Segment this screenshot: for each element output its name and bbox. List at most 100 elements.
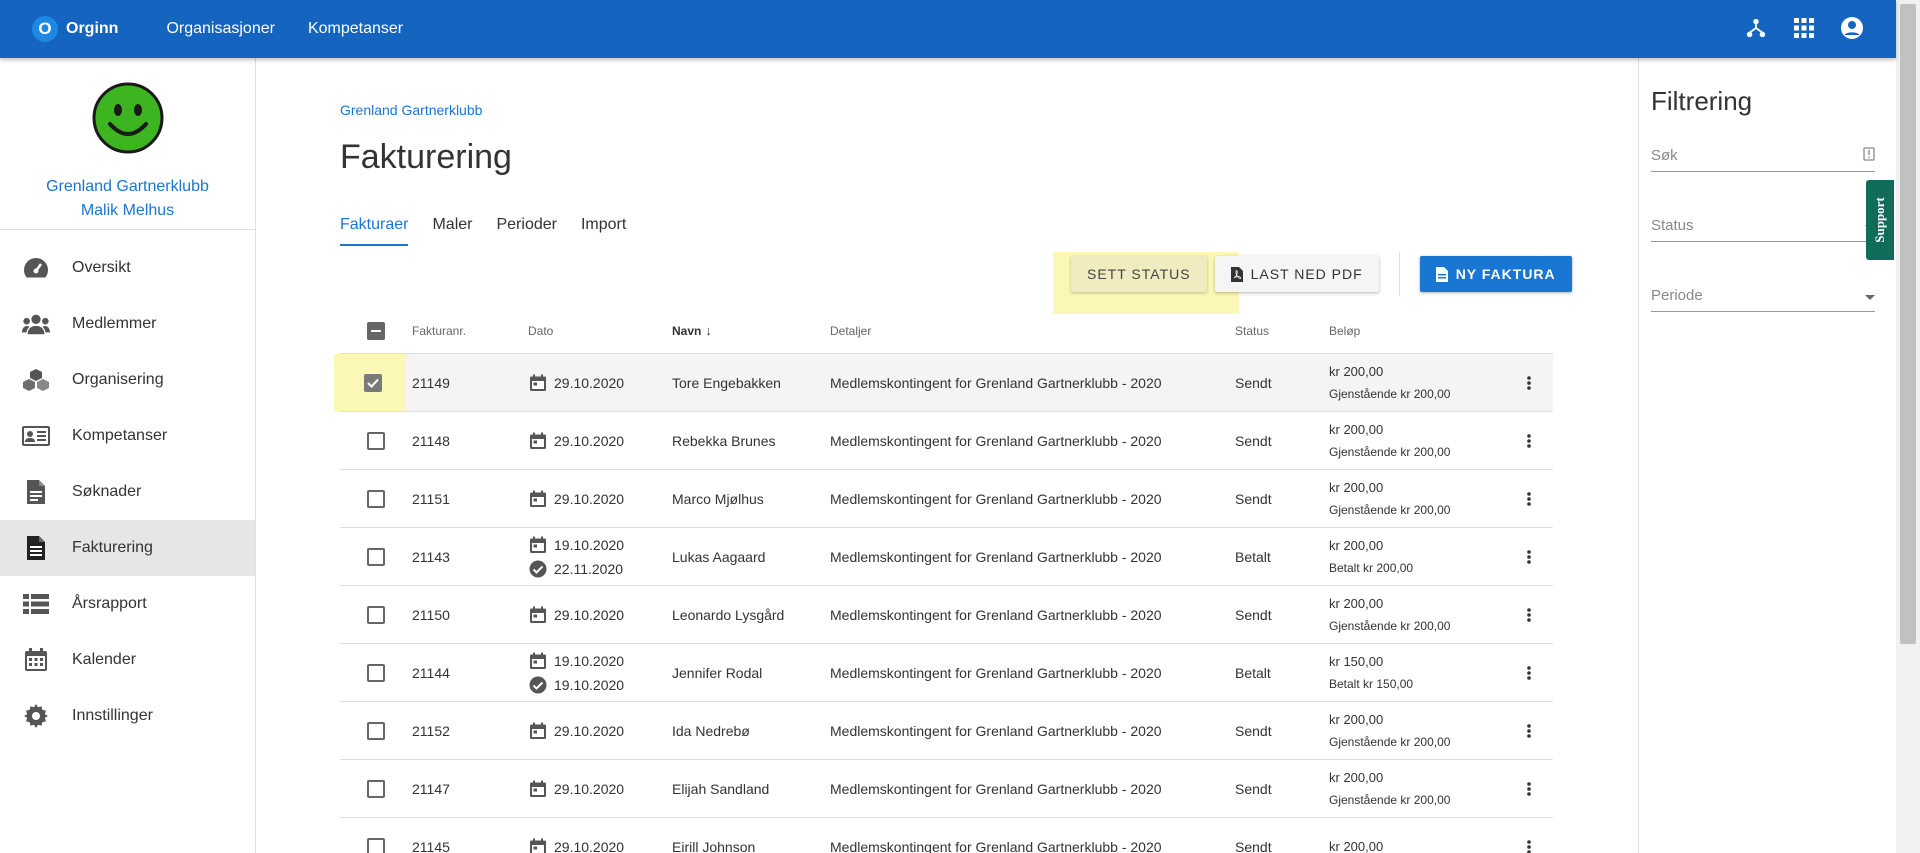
more-vert-icon[interactable] xyxy=(1509,549,1549,564)
member-name: Jennifer Rodal xyxy=(672,664,763,681)
gear-icon xyxy=(22,702,50,730)
sidebar-item-oversikt[interactable]: Oversikt xyxy=(0,240,255,296)
sidebar-item-organisering[interactable]: Organisering xyxy=(0,352,255,408)
row-checkbox[interactable] xyxy=(367,721,385,740)
org-name[interactable]: Grenland Gartnerklubb xyxy=(46,178,209,196)
table-row[interactable]: 21143 19.10.2020 22.11.2020 Lukas Aagaard Me… xyxy=(340,528,1553,586)
calendar-icon xyxy=(528,779,548,799)
hierarchy-icon[interactable] xyxy=(1742,14,1770,42)
calendar-icon xyxy=(528,721,548,741)
more-vert-icon[interactable] xyxy=(1509,839,1549,853)
amount-remaining: Gjenstående kr 200,00 xyxy=(1329,387,1451,401)
table-row[interactable]: 21147 29.10.2020 Elijah Sandland Medlemskon… xyxy=(340,760,1553,818)
more-vert-icon[interactable] xyxy=(1509,665,1549,680)
topnav-kompetanser[interactable]: Kompetanser xyxy=(308,20,403,38)
table-row[interactable]: 21144 19.10.2020 19.10.2020 Jennifer Rodal M… xyxy=(340,644,1553,702)
brand-logo[interactable]: O Orginn xyxy=(32,16,118,42)
calendar-icon xyxy=(528,605,548,625)
row-checkbox[interactable] xyxy=(367,779,385,798)
table-row[interactable]: 21152 29.10.2020 Ida Nedrebø Medlemskonting… xyxy=(340,702,1553,760)
paid-date: 19.10.2020 xyxy=(554,676,625,693)
check-circle-icon xyxy=(528,559,548,579)
invoice-date: 29.10.2020 xyxy=(554,780,625,797)
sidebar-item-label: Innstillinger xyxy=(72,707,153,724)
sidebar-item-fakturering[interactable]: Fakturering xyxy=(0,520,255,576)
topnav-organisasjoner[interactable]: Organisasjoner xyxy=(166,20,275,38)
row-checkbox[interactable] xyxy=(367,605,385,624)
sidebar-item-label: Organisering xyxy=(72,371,164,388)
new-invoice-button[interactable]: NY FAKTURA xyxy=(1419,256,1572,292)
status-select[interactable]: Status xyxy=(1651,210,1875,242)
search-input[interactable]: Søk xyxy=(1651,140,1875,172)
date-cell: 29.10.2020 xyxy=(528,603,672,627)
info-icon xyxy=(1863,146,1875,165)
tab-maler[interactable]: Maler xyxy=(432,216,472,246)
sidebar-item-soknader[interactable]: Søknader xyxy=(0,464,255,520)
scrollbar-thumb[interactable] xyxy=(1900,4,1916,644)
table-row[interactable]: 21150 29.10.2020 Leonardo Lysgård Medlemsko… xyxy=(340,586,1553,644)
tab-perioder[interactable]: Perioder xyxy=(496,216,556,246)
more-vert-icon[interactable] xyxy=(1509,723,1549,738)
invoice-date: 29.10.2020 xyxy=(554,432,625,449)
period-select-label: Periode xyxy=(1651,287,1703,304)
amount-remaining: Gjenstående kr 200,00 xyxy=(1329,445,1451,459)
sidebar-item-medlemmer[interactable]: Medlemmer xyxy=(0,296,255,352)
status-text: Betalt xyxy=(1235,548,1271,565)
header-date[interactable]: Dato xyxy=(528,324,672,338)
invoice-number: 21152 xyxy=(412,722,450,739)
invoice-number: 21148 xyxy=(412,432,450,449)
date-cell: 29.10.2020 xyxy=(528,719,672,743)
table-row[interactable]: 21145 29.10.2020 Eirill Johnson Medlemskont… xyxy=(340,818,1553,853)
member-name: Ida Nedrebø xyxy=(672,722,750,739)
select-all-checkbox[interactable] xyxy=(367,321,385,340)
date-cell: 29.10.2020 xyxy=(528,429,672,453)
more-vert-icon[interactable] xyxy=(1509,781,1549,796)
amount-remaining: Gjenstående kr 200,00 xyxy=(1329,503,1451,517)
row-checkbox[interactable] xyxy=(367,489,385,508)
scrollbar[interactable] xyxy=(1896,0,1920,853)
sidebar: Grenland Gartnerklubb Malik Melhus Overs… xyxy=(0,58,256,853)
header-number[interactable]: Fakturanr. xyxy=(412,324,528,338)
invoice-details: Medlemskontingent for Grenland Gartnerkl… xyxy=(830,664,1162,681)
row-checkbox[interactable] xyxy=(364,373,382,392)
invoice-number: 21147 xyxy=(412,780,450,797)
more-vert-icon[interactable] xyxy=(1509,433,1549,448)
user-name[interactable]: Malik Melhus xyxy=(81,202,174,220)
amount-cell: kr 200,00 Gjenstående kr 200,00 xyxy=(1329,364,1509,401)
apps-grid-icon[interactable] xyxy=(1790,14,1818,42)
sidebar-item-kalender[interactable]: Kalender xyxy=(0,632,255,688)
invoice-number: 21151 xyxy=(412,490,450,507)
download-pdf-label: LAST NED PDF xyxy=(1250,266,1363,282)
main-content: Grenland Gartnerklubb Fakturering Faktur… xyxy=(256,58,1638,853)
tab-import[interactable]: Import xyxy=(581,216,626,246)
header-status[interactable]: Status xyxy=(1235,324,1329,338)
period-select[interactable]: Periode xyxy=(1651,280,1875,312)
calendar-icon xyxy=(528,535,548,555)
more-vert-icon[interactable] xyxy=(1509,491,1549,506)
table-row[interactable]: 21151 29.10.2020 Marco Mjølhus Medlemskonti… xyxy=(340,470,1553,528)
sidebar-item-arsrapport[interactable]: Årsrapport xyxy=(0,576,255,632)
account-circle-icon[interactable] xyxy=(1838,14,1866,42)
sidebar-item-innstillinger[interactable]: Innstillinger xyxy=(0,688,255,744)
row-checkbox[interactable] xyxy=(367,547,385,566)
row-checkbox[interactable] xyxy=(367,663,385,682)
breadcrumb[interactable]: Grenland Gartnerklubb xyxy=(340,102,482,118)
set-status-button[interactable]: SETT STATUS xyxy=(1071,256,1207,292)
table-row[interactable]: 21148 29.10.2020 Rebekka Brunes Medlemskont… xyxy=(340,412,1553,470)
header-amount[interactable]: Beløp xyxy=(1329,324,1509,338)
header-name[interactable]: Navn ↓ xyxy=(672,323,830,338)
support-tab[interactable]: Support xyxy=(1866,180,1894,260)
id-card-icon xyxy=(22,422,50,450)
header-details[interactable]: Detaljer xyxy=(830,324,1235,338)
more-vert-icon[interactable] xyxy=(1509,375,1549,390)
tab-fakturaer[interactable]: Fakturaer xyxy=(340,216,409,246)
download-pdf-button[interactable]: LAST NED PDF xyxy=(1214,256,1379,292)
row-checkbox[interactable] xyxy=(367,837,385,853)
sidebar-item-kompetanser[interactable]: Kompetanser xyxy=(0,408,255,464)
date-cell: 29.10.2020 xyxy=(528,777,672,801)
invoice-date: 29.10.2020 xyxy=(554,606,625,623)
more-vert-icon[interactable] xyxy=(1509,607,1549,622)
row-checkbox[interactable] xyxy=(367,431,385,450)
table-row[interactable]: 21149 29.10.2020 Tore Engebakken Medlemskon… xyxy=(334,354,1553,412)
member-name: Lukas Aagaard xyxy=(672,548,766,565)
